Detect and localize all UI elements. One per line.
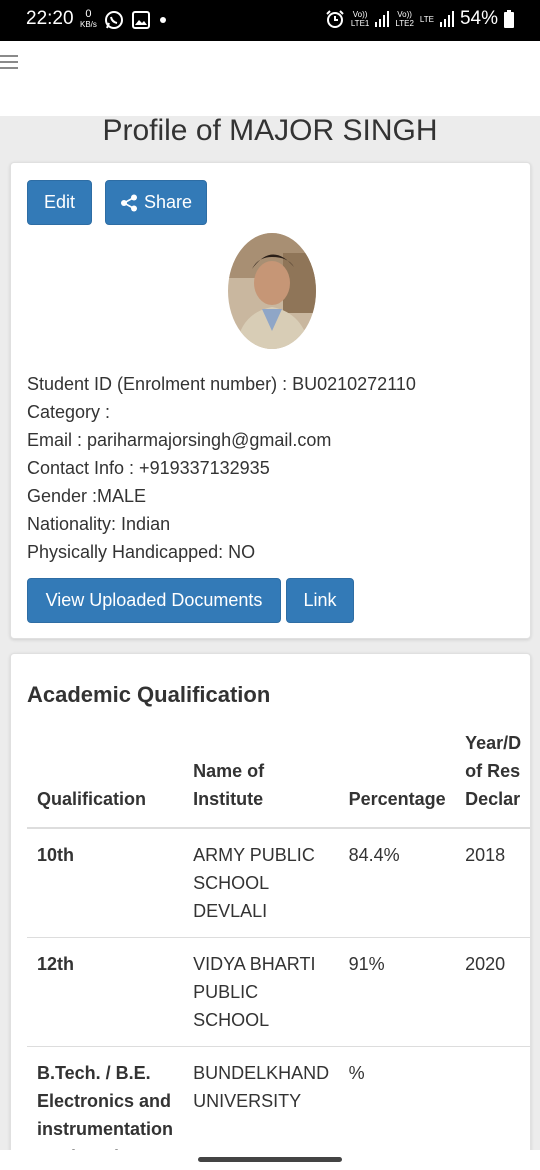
page-title: Profile of MAJOR SINGH — [102, 114, 438, 147]
header-qualification: Qualification — [27, 729, 184, 829]
qualification-cell: 12th — [27, 937, 184, 1047]
volte2-label: Vo)) LTE2 — [395, 10, 414, 28]
table-header-row: Qualification Name of Institute Percenta… — [27, 729, 530, 829]
institute-cell: ARMY PUBLIC SCHOOL DEVLALI — [183, 828, 339, 938]
year-cell: 2020 — [455, 937, 530, 1047]
gender: Gender :MALE — [27, 486, 147, 506]
qualification-cell: 10th — [27, 828, 184, 938]
header-institute: Name of Institute — [183, 729, 339, 829]
category: Category : — [27, 402, 111, 422]
qualification-table: Qualification Name of Institute Percenta… — [27, 729, 530, 1170]
share-icon — [120, 194, 137, 211]
profile-photo — [228, 233, 316, 349]
home-gesture-handle[interactable] — [198, 1157, 342, 1162]
share-button[interactable]: Share — [105, 180, 207, 225]
share-label: Share — [143, 192, 193, 212]
percentage-cell: 91% — [338, 937, 456, 1047]
header-year-text: Year/D of Res Declar — [465, 733, 522, 809]
edit-button[interactable]: Edit — [27, 180, 92, 225]
app-bar — [0, 41, 540, 116]
volte1-label: Vo)) LTE1 — [350, 10, 370, 28]
email: Email : pariharmajorsingh@gmail.com — [27, 430, 332, 450]
table-row: 12th VIDYA BHARTI PUBLIC SCHOOL 91% 2020 — [27, 937, 530, 1047]
nationality: Nationality: Indian — [27, 514, 171, 534]
net-speed: 0 KB/s — [80, 8, 97, 30]
menu-icon[interactable] — [0, 55, 20, 71]
status-time: 22:20 — [26, 8, 74, 29]
lte-label: LTE — [419, 14, 434, 24]
link-button[interactable]: Link — [286, 578, 354, 623]
student-id: Student ID (Enrolment number) : BU021027… — [27, 374, 416, 394]
dot-icon — [160, 17, 166, 23]
gallery-icon — [132, 11, 150, 29]
percentage-cell: 84.4% — [338, 828, 456, 938]
alarm-icon — [326, 10, 344, 28]
signal2-icon — [439, 11, 454, 27]
battery-icon — [504, 10, 514, 28]
view-uploaded-documents-button[interactable]: View Uploaded Documents — [27, 578, 281, 623]
profile-card: Edit Share Student ID (Enrolment number)… — [10, 162, 531, 639]
whatsapp-icon — [105, 11, 123, 29]
academic-title: Academic Qualification — [27, 682, 271, 707]
profile-info: Student ID (Enrolment number) : BU021027… — [27, 370, 416, 566]
year-cell: 2018 — [455, 828, 530, 938]
table-row: 10th ARMY PUBLIC SCHOOL DEVLALI 84.4% 20… — [27, 828, 530, 938]
institute-cell: VIDYA BHARTI PUBLIC SCHOOL — [183, 937, 339, 1047]
physically-handicapped: Physically Handicapped: NO — [27, 542, 256, 562]
net-speed-value: 0 — [85, 8, 92, 20]
net-speed-unit: KB/s — [80, 20, 97, 29]
status-bar: 22:20 0 KB/s Vo)) LTE1 Vo)) LTE2 LTE 54% — [0, 0, 540, 41]
battery-percent: 54% — [459, 8, 498, 29]
header-year: Year/D of Res Declar — [455, 729, 530, 829]
header-percentage: Percentage — [338, 729, 456, 829]
signal1-icon — [375, 11, 390, 27]
header-institute-text: Name of Institute — [193, 761, 265, 809]
academic-card: Academic Qualification Qualification Nam… — [10, 653, 531, 1170]
bottom-nav-bar — [0, 1150, 540, 1170]
contact-info: Contact Info : +919337132935 — [27, 458, 270, 478]
